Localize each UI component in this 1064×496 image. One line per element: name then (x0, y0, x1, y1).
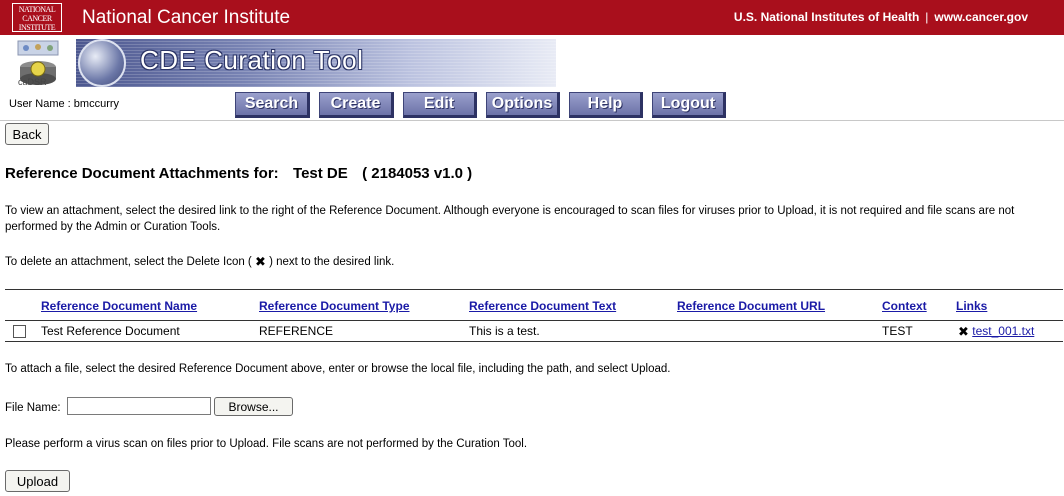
upload-button[interactable]: Upload (5, 470, 70, 492)
page-title-element-id: ( 2184053 v1.0 ) (362, 165, 473, 182)
nci-logo-line-2: CANCER (22, 14, 52, 23)
nav-edit-button[interactable]: Edit (403, 92, 477, 118)
column-header-name[interactable]: Reference Document Name (41, 299, 197, 313)
view-instructions: To view an attachment, select the desire… (5, 205, 1015, 233)
delete-instructions: To delete an attachment, select the Dele… (5, 254, 1063, 270)
cell-type: REFERENCE (259, 324, 334, 338)
browse-button[interactable]: Browse... (214, 397, 293, 416)
column-header-text[interactable]: Reference Document Text (469, 299, 616, 313)
nci-logo-line-3: INSTITUTE (18, 23, 56, 32)
table-header: Reference Document Name Reference Docume… (5, 290, 1063, 321)
file-name-input[interactable] (67, 397, 211, 415)
page-title: Reference Document Attachments for: Test… (5, 165, 472, 182)
nav-options-button[interactable]: Options (486, 92, 560, 118)
user-name: User Name : bmccurry (9, 98, 120, 110)
nci-banner: NATIONAL CANCER INSTITUTE National Cance… (0, 0, 1064, 35)
row-select-checkbox[interactable] (13, 325, 26, 338)
nav-logout-button[interactable]: Logout (652, 92, 726, 118)
nci-logo-line-1: NATIONAL (18, 5, 56, 14)
back-button[interactable]: Back (5, 123, 49, 145)
page-title-prefix: Reference Document Attachments for: (5, 165, 279, 182)
app-header: caDSR CDE Curation Tool User Name : bmcc… (0, 35, 1064, 121)
attach-instructions: To attach a file, select the desired Ref… (5, 363, 671, 375)
reference-document-table: Reference Document Name Reference Docume… (5, 289, 1063, 342)
cell-name: Test Reference Document (41, 324, 180, 338)
delete-instructions-after: ) next to the desired link. (269, 256, 395, 268)
column-header-context[interactable]: Context (882, 299, 927, 313)
cde-logo-icon (78, 39, 126, 87)
delete-attachment-icon[interactable]: ✖ (958, 324, 969, 340)
app-title-bar: CDE Curation Tool (76, 39, 556, 87)
nci-links: U.S. National Institutes of Health | www.c… (734, 10, 1028, 24)
nav-search-button[interactable]: Search (235, 92, 310, 118)
main-nav: Search Create Edit Options Help Logout (235, 92, 726, 118)
page-title-element-name: Test DE (293, 165, 348, 182)
attachment-link[interactable]: test_001.txt (972, 324, 1034, 338)
nav-help-button[interactable]: Help (569, 92, 643, 118)
cell-text: This is a test. (469, 324, 540, 338)
nci-link-separator: | (925, 10, 929, 24)
column-header-links[interactable]: Links (956, 299, 987, 313)
column-header-type[interactable]: Reference Document Type (259, 299, 410, 313)
scan-instructions: Please perform a virus scan on files pri… (5, 438, 528, 450)
delete-icon: ✖ (254, 254, 266, 269)
column-header-url[interactable]: Reference Document URL (677, 299, 825, 313)
cell-links: ✖ test_001.txt (958, 324, 1034, 340)
nav-create-button[interactable]: Create (319, 92, 394, 118)
cell-context: TEST (882, 324, 913, 338)
file-name-label: File Name: (5, 402, 61, 414)
cadsr-label: caDSR (18, 77, 47, 87)
cancer-gov-link[interactable]: www.cancer.gov (934, 10, 1028, 24)
delete-instructions-before: To delete an attachment, select the Dele… (5, 256, 252, 268)
nci-title[interactable]: National Cancer Institute (82, 7, 290, 29)
app-title: CDE Curation Tool (140, 45, 364, 75)
table-row: Test Reference Document REFERENCE This i… (5, 321, 1063, 342)
nci-logo[interactable]: NATIONAL CANCER INSTITUTE (12, 3, 62, 32)
nih-link[interactable]: U.S. National Institutes of Health (734, 10, 919, 24)
